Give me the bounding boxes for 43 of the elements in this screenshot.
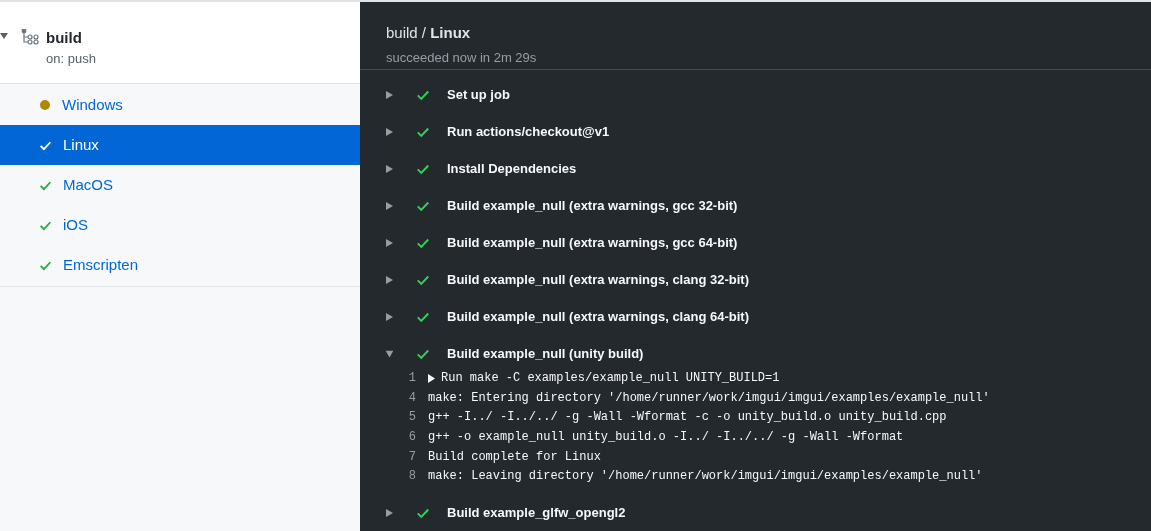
job-item[interactable]: MacOS (0, 165, 360, 205)
step-name: Build example_glfw_opengl2 (447, 503, 626, 522)
line-number: 1 (407, 370, 417, 388)
step-row[interactable]: Build example_glfw_opengl2 (360, 494, 1151, 531)
workflow-trigger: on: push (46, 50, 96, 68)
step-row[interactable]: Build example_null (extra warnings, clang 64-bit) (360, 298, 1151, 336)
step-row[interactable]: Install Dependencies (360, 150, 1151, 188)
job-item[interactable]: Emscripten (0, 245, 360, 285)
step-name: Build example_null (extra warnings, gcc 32-bit) (447, 197, 738, 216)
log-line: make: Entering directory '/home/runner/work/imgui/imgui/examples/example_null' (428, 389, 990, 407)
line-number: 5 (407, 409, 417, 427)
line-number: 7 (407, 448, 417, 466)
step-row[interactable]: Build example_null (extra warnings, gcc 32-bit) (360, 187, 1151, 225)
step-name: Install Dependencies (447, 160, 577, 179)
step-row[interactable]: Run actions/checkout@v1 (360, 113, 1151, 151)
job-item[interactable]: Windows (0, 85, 360, 125)
step-name: Build example_null (extra warnings, clang 32-bit) (447, 271, 749, 290)
log-line: g++ -o example_null unity_build.o -I../ -I../../ -g -Wall -Wformat (428, 429, 904, 446)
line-number: 4 (407, 389, 417, 407)
job-summary: succeeded now in 2m 29s (386, 48, 538, 67)
log-line: make: Leaving directory '/home/runner/work/imgui/imgui/examples/example_null' (428, 468, 983, 486)
line-number: 6 (407, 429, 417, 446)
workflow-name: build (46, 28, 83, 48)
step-row[interactable]: Build example_null (unity build) (360, 335, 1151, 373)
step-name: Build example_null (extra warnings, gcc 64-bit) (447, 234, 738, 253)
status-dot-icon (40, 100, 50, 110)
log-line: Build complete for Linux (428, 448, 601, 466)
step-name: Build example_null (unity build) (447, 345, 644, 364)
line-number: 8 (407, 468, 417, 486)
step-name: Build example_null (extra warnings, clang 64-bit) (447, 308, 749, 327)
step-row[interactable]: Set up job (360, 76, 1151, 114)
caret-icon[interactable] (0, 33, 8, 39)
log-line: g++ -I../ -I../../ -g -Wall -Wformat -c -o unity_build.o unity_build.cpp (428, 409, 947, 427)
job-item[interactable]: Linux (0, 125, 360, 165)
job-title: build / Linux (386, 23, 472, 43)
step-name: Run actions/checkout@v1 (447, 123, 610, 142)
step-name: Set up job (447, 86, 510, 105)
step-row[interactable]: Build example_null (extra warnings, gcc 64-bit) (360, 224, 1151, 262)
workflow-icon (21, 29, 39, 45)
expand-triangle-icon[interactable] (428, 373, 435, 383)
step-row[interactable]: Build example_null (extra warnings, clang 32-bit) (360, 261, 1151, 299)
log-line: Run make -C examples/example_null UNITY_BUILD=1 (441, 370, 780, 388)
job-item[interactable]: iOS (0, 205, 360, 245)
